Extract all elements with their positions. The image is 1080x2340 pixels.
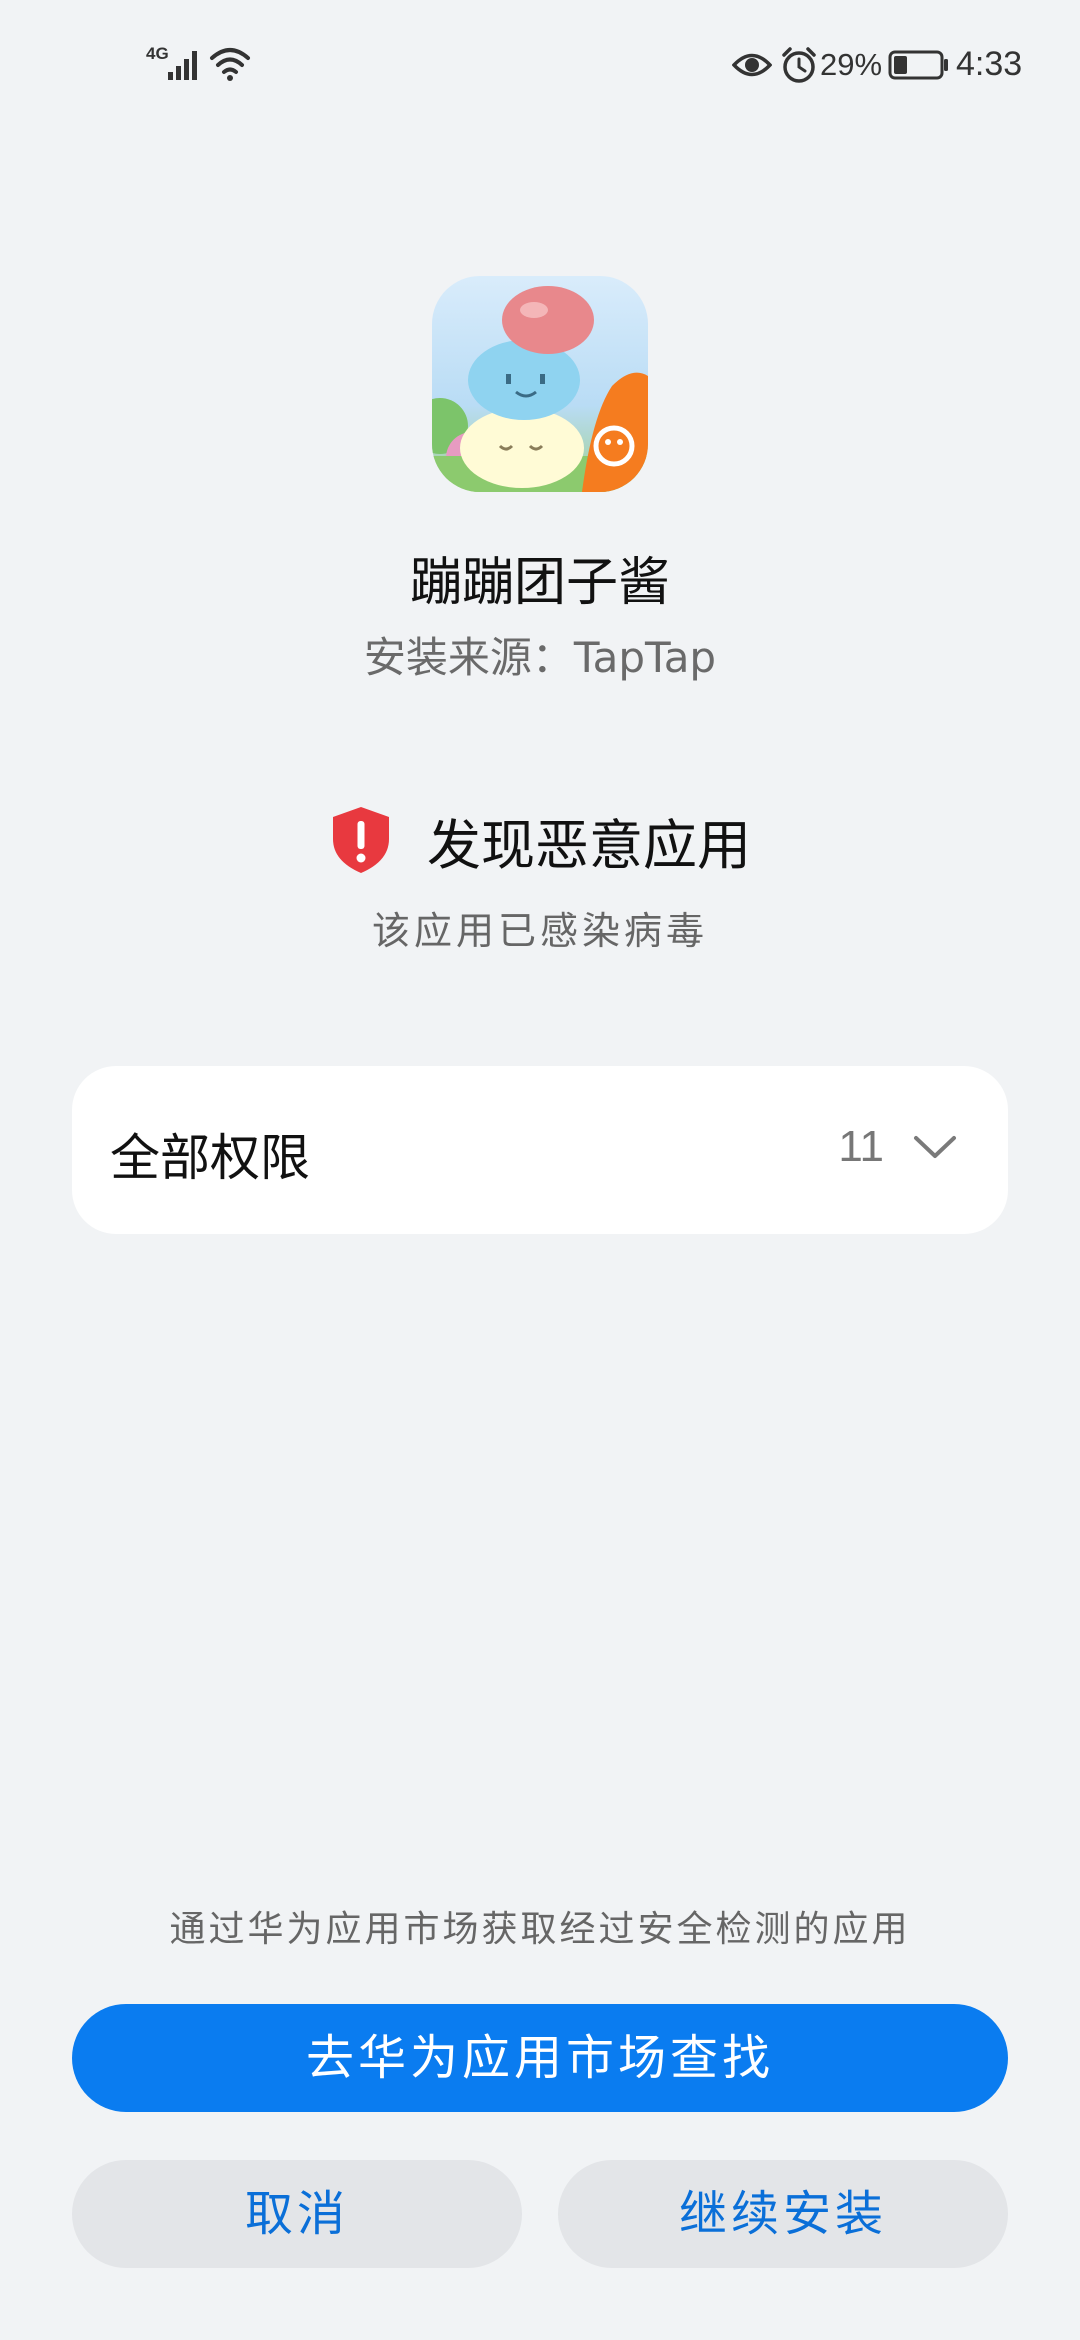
shield-alert-icon — [333, 807, 389, 873]
clock: 4:33 — [956, 45, 1023, 83]
wifi-icon — [210, 48, 250, 81]
permissions-label: 全部权限 — [110, 1129, 310, 1187]
permissions-card[interactable]: 全部权限 11 — [72, 1066, 1008, 1234]
battery-percent: 29% — [820, 47, 883, 82]
malware-warning: 发现恶意应用 — [0, 800, 1080, 880]
permissions-count: 11 — [838, 1122, 884, 1171]
status-bar: 4G 29% 4:33 — [0, 0, 1080, 130]
market-tip: 通过华为应用市场获取经过安全检测的应用 — [169, 1909, 911, 1950]
battery-icon — [888, 50, 948, 80]
chevron-down-icon[interactable] — [912, 1132, 958, 1162]
app-name: 蹦蹦团子酱 — [409, 553, 670, 613]
warning-subtitle: 该应用已感染病毒 — [371, 909, 708, 953]
find-in-appgallery-button[interactable]: 去华为应用市场查找 — [72, 2004, 1008, 2112]
eye-icon — [732, 53, 772, 77]
app-icon — [432, 276, 648, 492]
warning-title: 发现恶意应用 — [427, 813, 751, 877]
cancel-button[interactable]: 取消 — [72, 2160, 522, 2268]
install-source: 安装来源：TapTap — [363, 633, 717, 682]
signal-icon — [168, 51, 197, 80]
alarm-icon — [782, 47, 816, 83]
continue-install-button[interactable]: 继续安装 — [558, 2160, 1008, 2268]
